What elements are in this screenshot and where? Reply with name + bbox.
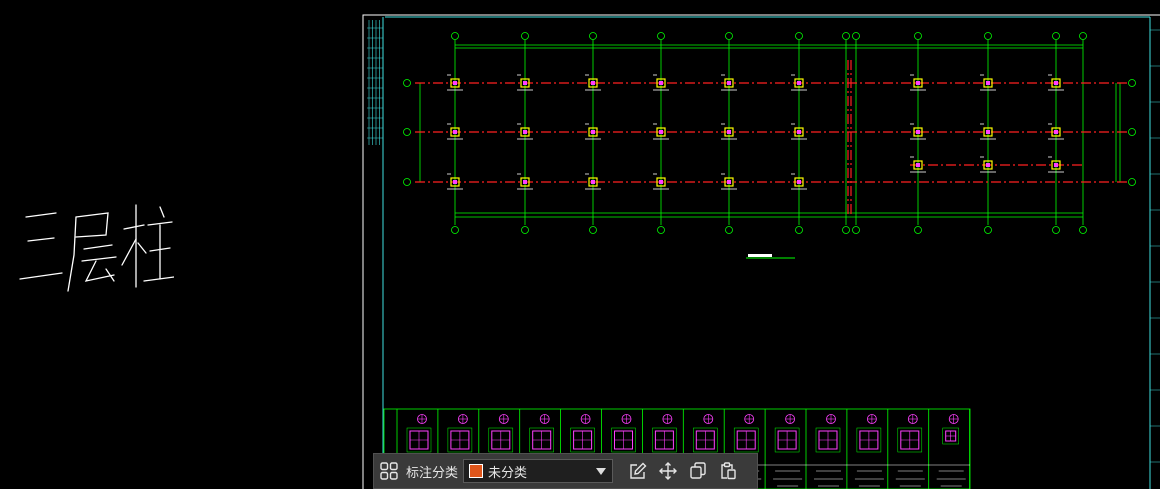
handwritten-title (19, 204, 174, 292)
paste-icon[interactable] (713, 456, 743, 486)
axis-bubble (725, 226, 733, 234)
column-rebar (986, 81, 990, 85)
column-rebar (1054, 130, 1058, 134)
axis-bubble (852, 226, 860, 234)
axis-bubble (403, 128, 411, 136)
column-rebar (916, 130, 920, 134)
axis-bubble (725, 32, 733, 40)
column-rebar (659, 130, 663, 134)
column-rebar (591, 130, 595, 134)
column-rebar (797, 81, 801, 85)
column-rebar (523, 130, 527, 134)
column-rebar (453, 130, 457, 134)
column-plan (403, 32, 1136, 259)
axis-bubble (521, 32, 529, 40)
axis-bubble (1079, 226, 1087, 234)
axis-bubble (589, 32, 597, 40)
column-rebar (797, 130, 801, 134)
drawing-frame (362, 14, 1160, 489)
axis-bubble (914, 226, 922, 234)
axis-bubble (1128, 79, 1136, 87)
axis-bubble (795, 226, 803, 234)
move-icon[interactable] (653, 456, 683, 486)
category-value: 未分类 (488, 465, 528, 481)
axis-bubble (403, 79, 411, 87)
column-rebar (659, 180, 663, 184)
axis-bubble (657, 32, 665, 40)
column-rebar (523, 180, 527, 184)
column-rebar (797, 180, 801, 184)
column-rebar (591, 180, 595, 184)
axis-bubble (657, 226, 665, 234)
axis-bubble (1128, 128, 1136, 136)
column-rebar (727, 81, 731, 85)
column-rebar (453, 81, 457, 85)
column-rebar (916, 163, 920, 167)
axis-bubble (403, 178, 411, 186)
axis-bubble (1052, 226, 1060, 234)
column-rebar (916, 81, 920, 85)
column-rebar (1054, 81, 1058, 85)
grid-4-icon[interactable] (374, 456, 404, 486)
chevron-down-icon (596, 467, 607, 475)
axis-bubble (795, 32, 803, 40)
column-rebar (523, 81, 527, 85)
column-rebar (727, 130, 731, 134)
copy-icon[interactable] (683, 456, 713, 486)
axis-bubble (984, 226, 992, 234)
column-rebar (986, 130, 990, 134)
category-color-swatch (469, 464, 484, 478)
annotation-toolbar: 标注分类 未分类 (373, 453, 758, 489)
axis-bubble (842, 32, 850, 40)
column-rebar (591, 81, 595, 85)
column-rebar (1054, 163, 1058, 167)
axis-bubble (451, 32, 459, 40)
axis-bubble (1128, 178, 1136, 186)
axis-bubble (914, 32, 922, 40)
category-label: 标注分类 (406, 465, 459, 481)
category-dropdown[interactable]: 未分类 (463, 459, 614, 483)
cad-drawing-canvas[interactable] (0, 0, 1160, 489)
column-rebar (727, 180, 731, 184)
column-rebar (453, 180, 457, 184)
axis-bubble (852, 32, 860, 40)
axis-bubble (589, 226, 597, 234)
column-rebar (986, 163, 990, 167)
axis-bubble (451, 226, 459, 234)
axis-bubble (1052, 32, 1060, 40)
axis-bubble (1079, 32, 1087, 40)
axis-bubble (984, 32, 992, 40)
edit-icon[interactable] (623, 456, 653, 486)
axis-bubble (842, 226, 850, 234)
axis-bubble (521, 226, 529, 234)
column-rebar (659, 81, 663, 85)
